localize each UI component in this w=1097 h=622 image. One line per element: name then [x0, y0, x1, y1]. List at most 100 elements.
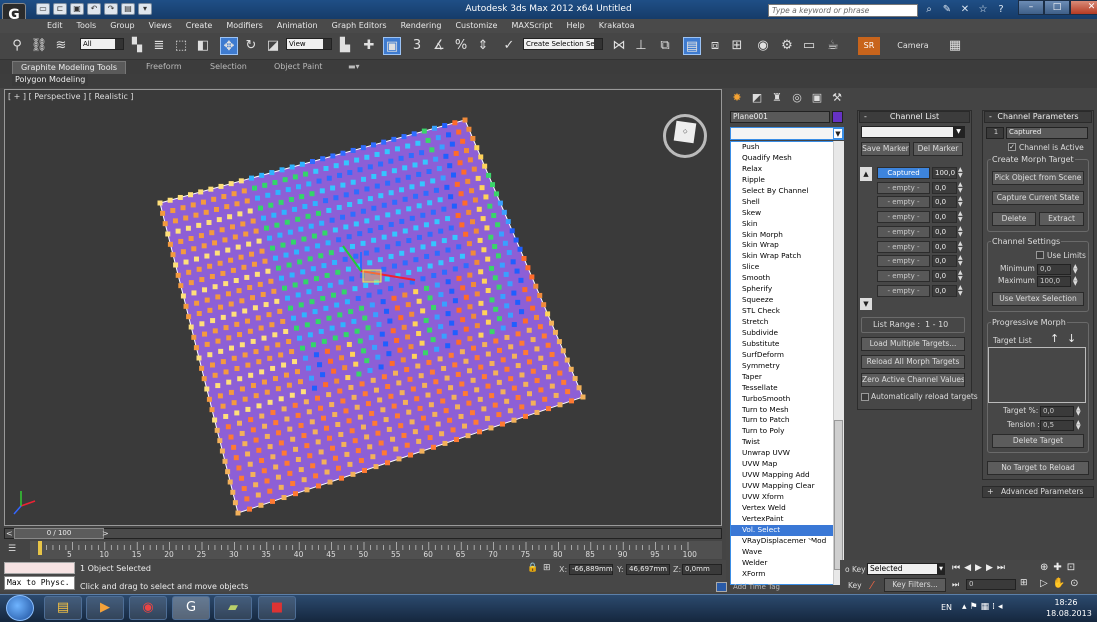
- chevron-down-icon[interactable]: ▼: [953, 127, 964, 137]
- modifier-list-item[interactable]: VRayDisplacementMod: [731, 536, 843, 547]
- tab-selection[interactable]: Selection: [204, 61, 253, 74]
- modifier-list-item[interactable]: UVW Mapping Add: [731, 470, 843, 481]
- modifier-list-item[interactable]: Taper: [731, 372, 843, 383]
- tension-field[interactable]: 0,5: [1040, 420, 1074, 431]
- menu-krakatoa[interactable]: Krakatoa: [592, 19, 642, 33]
- modifier-list-item[interactable]: Shell: [731, 197, 843, 208]
- chevron-down-icon[interactable]: ▼: [937, 564, 945, 574]
- unlink-icon[interactable]: ⛓: [30, 37, 48, 55]
- align-icon[interactable]: ⊥: [632, 37, 650, 55]
- channel-value-field[interactable]: 0,0: [932, 240, 957, 253]
- time-slider-track[interactable]: [4, 528, 722, 539]
- channel-value-field[interactable]: 0,0: [932, 181, 957, 194]
- modify-tab-icon[interactable]: ◩: [748, 90, 766, 106]
- channel-spinner-icon[interactable]: ▲ ▼: [958, 284, 965, 297]
- x-coordinate-field[interactable]: -66,889mm: [569, 564, 613, 575]
- modifier-list-item[interactable]: Stretch: [731, 317, 843, 328]
- channel-value-field[interactable]: 0,0: [932, 255, 957, 268]
- current-frame-marker[interactable]: [38, 541, 42, 555]
- channel-value-field[interactable]: 0,0: [932, 225, 957, 238]
- channel-value-field[interactable]: 0,0: [932, 196, 957, 209]
- modifier-list-item[interactable]: Quadify Mesh: [731, 153, 843, 164]
- layer-manager-icon[interactable]: ⧉: [656, 37, 674, 55]
- target-percent-field[interactable]: 0,0: [1040, 406, 1074, 417]
- mirror-icon[interactable]: ⋈: [610, 37, 628, 55]
- menu-customize[interactable]: Customize: [448, 19, 504, 33]
- modifier-list-dropdown[interactable]: [730, 127, 844, 140]
- current-frame-field[interactable]: 0: [966, 579, 1016, 590]
- modifier-list-item[interactable]: UVW Mapping Clear: [731, 481, 843, 492]
- absolute-mode-icon[interactable]: ⊞: [543, 563, 551, 573]
- perspective-viewport[interactable]: [4, 89, 722, 526]
- minimize-button[interactable]: –: [1018, 0, 1044, 15]
- window-crossing-icon[interactable]: ◧: [194, 37, 212, 55]
- move-gizmo-plane[interactable]: [362, 269, 382, 283]
- modifier-list-item[interactable]: Push: [731, 142, 843, 153]
- minimum-spinner-icon[interactable]: ▲ ▼: [1073, 264, 1078, 275]
- maximize-button[interactable]: □: [1044, 0, 1070, 15]
- key-mode-toggle-icon[interactable]: ⏭: [952, 580, 959, 590]
- utilities-tab-icon[interactable]: ⚒: [828, 90, 846, 106]
- modifier-list-item[interactable]: Skin Morph: [731, 230, 843, 241]
- modifier-list-item[interactable]: Squeeze: [731, 295, 843, 306]
- rendered-frame-icon[interactable]: ▭: [800, 37, 818, 55]
- menu-tools[interactable]: Tools: [70, 19, 104, 33]
- load-multiple-targets-button[interactable]: Load Multiple Targets...: [861, 337, 965, 351]
- object-name-field[interactable]: Plane001: [730, 111, 830, 123]
- menu-maxscript[interactable]: MAXScript: [504, 19, 559, 33]
- zero-active-channel-values-button[interactable]: Zero Active Channel Values: [861, 373, 965, 387]
- maximum-field[interactable]: 100,0: [1037, 276, 1071, 287]
- select-and-move-icon[interactable]: ✥: [220, 37, 238, 55]
- modifier-list-item[interactable]: Turn to Poly: [731, 426, 843, 437]
- rect-selection-icon[interactable]: ⬚: [172, 37, 190, 55]
- close-button[interactable]: ✕: [1070, 0, 1097, 15]
- channel-scroll-up-icon[interactable]: ▲: [860, 167, 872, 181]
- use-limits-checkbox[interactable]: [1036, 251, 1044, 259]
- chevron-down-icon[interactable]: ▼: [833, 128, 843, 139]
- render-setup-icon[interactable]: ⚙: [778, 37, 796, 55]
- menu-create[interactable]: Create: [179, 19, 220, 33]
- hierarchy-tab-icon[interactable]: ♜: [768, 90, 786, 106]
- channel-name-button[interactable]: - empty -: [877, 255, 930, 268]
- use-vertex-selection-button[interactable]: Use Vertex Selection: [992, 292, 1084, 306]
- channel-parameters-header[interactable]: Channel Parameters: [984, 111, 1092, 123]
- modifier-list-item[interactable]: Subdivide: [731, 328, 843, 339]
- delete-target-button[interactable]: Delete Target: [992, 434, 1084, 448]
- select-and-link-icon[interactable]: ⚲: [8, 37, 26, 55]
- lock-selection-icon[interactable]: 🔒: [527, 563, 538, 573]
- track-bar-icon[interactable]: ☰: [8, 544, 24, 556]
- time-prev-arrow-icon[interactable]: <: [6, 529, 13, 538]
- graphite-toggle-icon[interactable]: ▤: [683, 37, 701, 55]
- menu-rendering[interactable]: Rendering: [394, 19, 449, 33]
- object-color-swatch[interactable]: [832, 111, 843, 123]
- menu-help[interactable]: Help: [560, 19, 592, 33]
- extract-button[interactable]: Extract: [1039, 212, 1084, 226]
- channel-spinner-icon[interactable]: ▲ ▼: [958, 167, 965, 179]
- maxscript-listener-input[interactable]: [4, 562, 75, 574]
- target-list-box[interactable]: [988, 347, 1086, 403]
- tension-spinner-icon[interactable]: ▲ ▼: [1076, 420, 1081, 431]
- time-next-arrow-icon[interactable]: >: [102, 529, 109, 538]
- capture-current-state-button[interactable]: Capture Current State: [992, 191, 1084, 205]
- search-input[interactable]: Type a keyword or phrase: [768, 4, 918, 17]
- modifier-list-item[interactable]: Smooth: [731, 273, 843, 284]
- modifier-list-item[interactable]: Slice: [731, 262, 843, 273]
- maxscript-output[interactable]: Max to Physc.: [4, 576, 75, 590]
- modifier-list-item[interactable]: UVW Map: [731, 459, 843, 470]
- modifier-list-item[interactable]: STL Check: [731, 306, 843, 317]
- modifier-list-item[interactable]: Skin: [731, 219, 843, 230]
- motion-tab-icon[interactable]: ◎: [788, 90, 806, 106]
- modifier-list-item[interactable]: Skin Wrap Patch: [731, 251, 843, 262]
- angle-snap-icon[interactable]: ∡: [430, 37, 448, 55]
- set-key-icon[interactable]: ⁄: [871, 579, 873, 592]
- spinner-snap-icon[interactable]: ⇕: [474, 37, 492, 55]
- communication-icon[interactable]: ✕: [958, 3, 972, 16]
- channel-spinner-icon[interactable]: ▲ ▼: [958, 196, 965, 208]
- maximum-spinner-icon[interactable]: ▲ ▼: [1073, 276, 1078, 287]
- select-and-rotate-icon[interactable]: ↻: [242, 37, 260, 55]
- del-marker-button[interactable]: Del Marker: [913, 142, 963, 156]
- select-and-scale-icon[interactable]: ◪: [264, 37, 282, 55]
- channel-spinner-icon[interactable]: ▲ ▼: [958, 211, 965, 223]
- recorder-task-icon[interactable]: ■: [258, 596, 296, 620]
- modifier-list-item[interactable]: Skin Wrap: [731, 240, 843, 251]
